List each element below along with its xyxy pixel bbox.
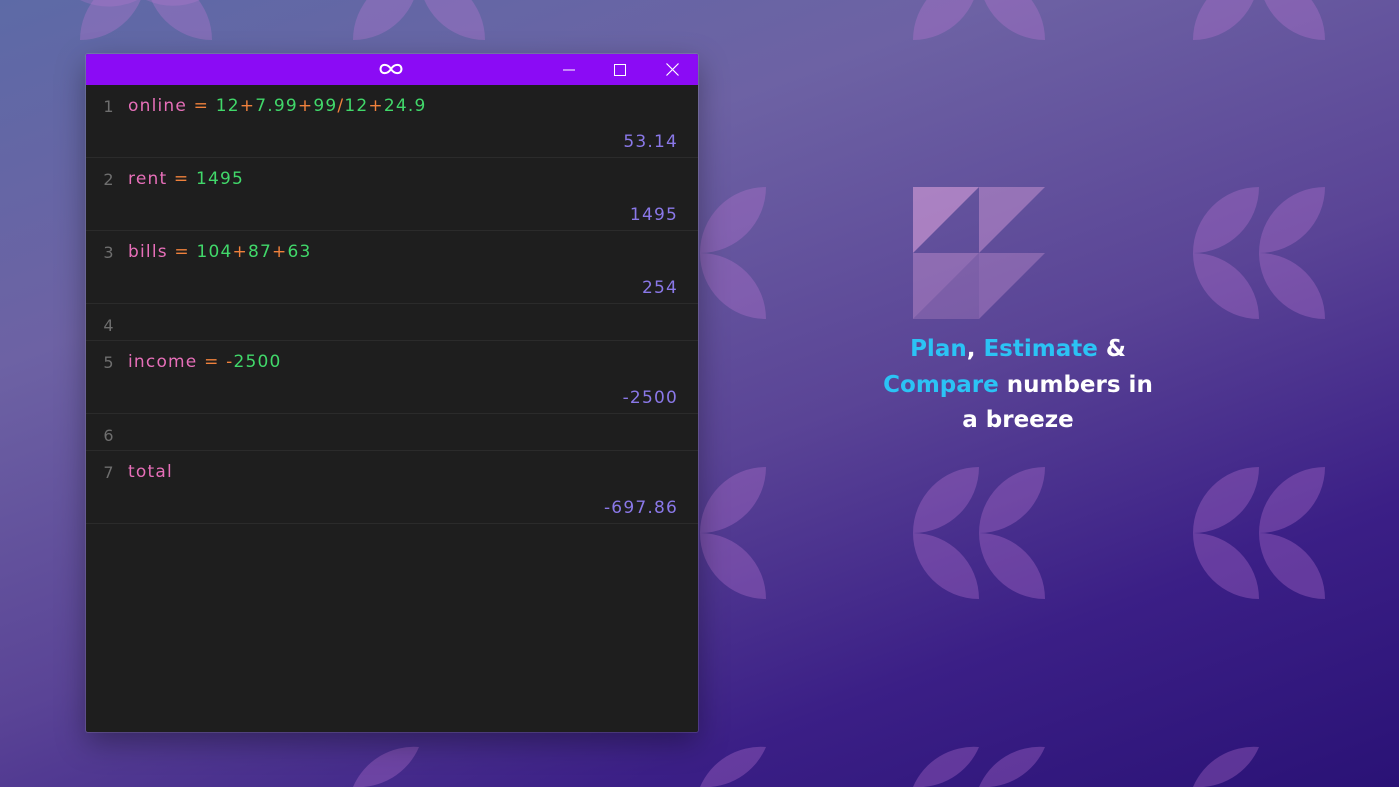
calculator-window: 1 online = 12+7.99+99/12+24.9 53.14 2 rent =… <box>85 53 699 733</box>
operator-token: + <box>272 242 288 262</box>
variable-token: total <box>128 462 173 482</box>
minimize-button[interactable] <box>546 54 592 85</box>
operator-token: = <box>187 96 216 116</box>
number-token: 7.99 <box>255 96 298 116</box>
editor-line[interactable]: 7 total -697.86 <box>86 451 698 524</box>
close-button[interactable] <box>649 54 695 85</box>
line-result: 254 <box>641 278 678 298</box>
operator-token: = <box>167 242 197 262</box>
line-number: 6 <box>103 426 115 445</box>
number-token: 12 <box>344 96 369 116</box>
number-token: 104 <box>196 242 233 262</box>
variable-token: bills <box>128 242 168 262</box>
variable-token: online <box>128 96 188 116</box>
line-number: 2 <box>103 170 115 189</box>
number-token: 99 <box>313 96 338 116</box>
line-number: 4 <box>103 316 115 335</box>
editor-line[interactable]: 3 bills = 104+87+63 254 <box>86 231 698 304</box>
operator-token: = <box>197 352 227 372</box>
title-bar[interactable] <box>86 54 698 85</box>
operator-token: + <box>239 96 256 116</box>
brand-logo-icon <box>913 187 1045 319</box>
tagline-estimate: Estimate <box>983 336 1098 362</box>
tagline-compare: Compare <box>883 371 999 398</box>
number-token: 2500 <box>233 352 282 372</box>
tagline: Plan, Estimate & Compare numbers in a br… <box>860 332 1176 439</box>
editor-line[interactable]: 1 online = 12+7.99+99/12+24.9 53.14 <box>86 85 698 158</box>
operator-token: + <box>297 96 314 116</box>
maximize-button[interactable] <box>597 54 643 85</box>
operator-token: + <box>368 96 384 116</box>
line-result: -2500 <box>622 388 678 408</box>
line-result: 53.14 <box>623 132 678 152</box>
editor-area[interactable]: 1 online = 12+7.99+99/12+24.9 53.14 2 rent =… <box>86 85 698 524</box>
number-token: 87 <box>248 242 273 262</box>
number-token: 1495 <box>195 169 245 189</box>
tagline-sep2: & <box>1097 336 1126 362</box>
tagline-rest2: a breeze <box>962 407 1074 433</box>
tagline-sep1: , <box>966 336 984 362</box>
line-expression[interactable]: bills = 104+87+63 <box>128 242 312 262</box>
minimize-icon <box>563 69 575 70</box>
line-expression[interactable]: income = -2500 <box>128 352 282 372</box>
line-number: 1 <box>103 97 115 116</box>
line-expression[interactable]: rent = 1495 <box>128 169 244 189</box>
variable-token: rent <box>128 169 168 189</box>
line-expression[interactable]: online = 12+7.99+99/12+24.9 <box>128 96 426 116</box>
editor-line[interactable]: 5 income = -2500 -2500 <box>86 341 698 414</box>
operator-token: = <box>167 169 196 189</box>
line-number: 7 <box>103 463 115 482</box>
tagline-plan: Plan <box>910 336 967 362</box>
line-result: -697.86 <box>603 498 678 518</box>
operator-token: + <box>232 242 248 262</box>
editor-line[interactable]: 4 <box>86 304 698 341</box>
infinity-icon <box>379 63 403 75</box>
line-expression[interactable]: total <box>128 462 173 482</box>
editor-line[interactable]: 2 rent = 1495 1495 <box>86 158 698 231</box>
line-result: 1495 <box>629 205 678 225</box>
close-icon <box>665 63 679 76</box>
line-number: 5 <box>103 353 115 372</box>
maximize-icon <box>614 63 626 76</box>
tagline-rest1: numbers in <box>998 371 1153 398</box>
number-token: 24.9 <box>383 96 427 116</box>
variable-token: income <box>128 352 198 372</box>
line-number: 3 <box>103 243 115 262</box>
number-token: 63 <box>287 242 312 262</box>
editor-line[interactable]: 6 <box>86 414 698 451</box>
number-token: 12 <box>215 96 240 116</box>
